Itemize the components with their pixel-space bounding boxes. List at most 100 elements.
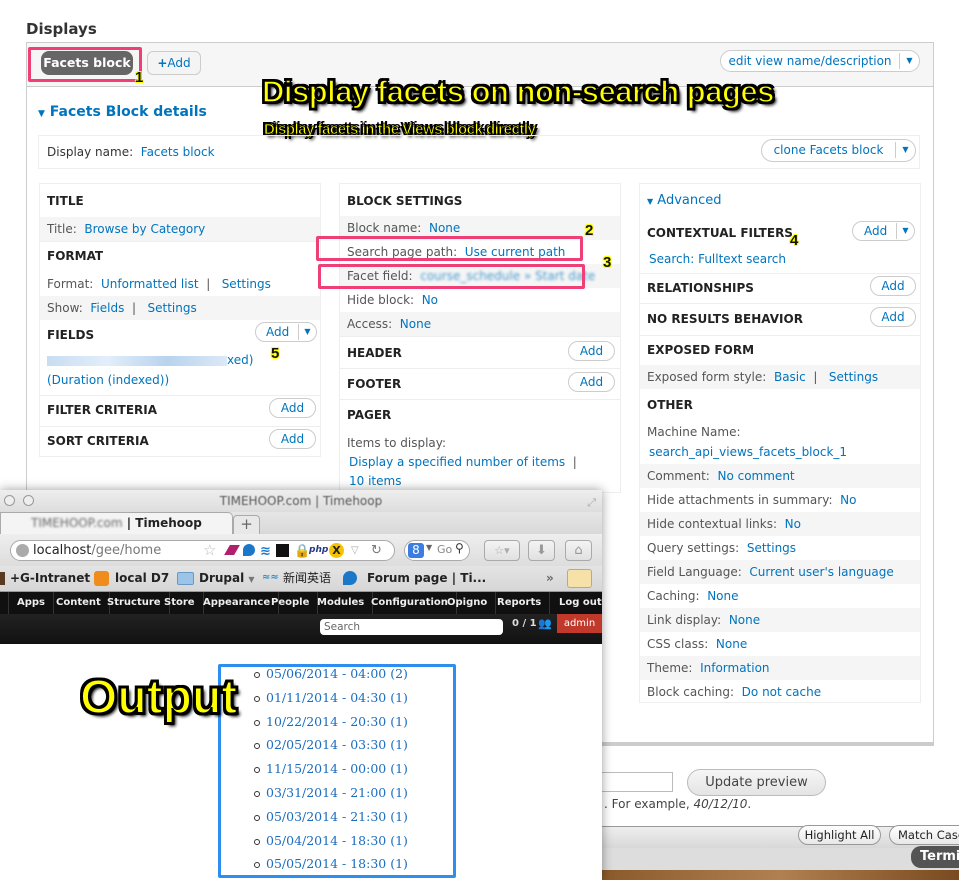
show-settings-link[interactable]: Settings — [147, 301, 196, 315]
more-bookmarks-icon[interactable]: » — [546, 566, 554, 590]
bookmark-intranet[interactable]: +G-Intranet — [10, 566, 90, 590]
fullscreen-icon[interactable]: ⤢ — [587, 492, 596, 514]
filter-add-button[interactable]: Add — [269, 398, 316, 418]
caching-link[interactable]: None — [707, 589, 738, 603]
format-settings-link[interactable]: Settings — [222, 277, 271, 291]
contextual-add-button[interactable]: Add ▼ — [852, 221, 915, 241]
title-link[interactable]: Browse by Category — [84, 222, 205, 236]
exposed-style-link[interactable]: Basic — [774, 370, 806, 384]
window-minimize-icon[interactable] — [23, 495, 34, 506]
window-close-icon[interactable] — [4, 495, 15, 506]
facet-output-item[interactable]: 03/31/2014 - 21:00 (1) — [266, 785, 408, 800]
machine-name-link[interactable]: search_api_views_facets_block_1 — [649, 445, 847, 459]
extension-icon[interactable]: ≋ — [260, 542, 271, 561]
folder-icon — [177, 572, 194, 585]
bullet-icon — [254, 695, 260, 702]
field-language-link[interactable]: Current user's language — [749, 565, 893, 579]
admin-menu-opigno[interactable]: Opigno — [439, 592, 497, 614]
url-dropdown-icon[interactable]: ▽ — [351, 541, 359, 560]
extension-black-icon[interactable] — [276, 544, 289, 557]
display-name: Display name: Facets block — [47, 145, 215, 159]
facet-output-item[interactable]: 05/03/2014 - 21:30 (1) — [266, 809, 408, 824]
exposed-settings-link[interactable]: Settings — [829, 370, 878, 384]
edit-view-name-button[interactable]: edit view name/description ▼ — [720, 50, 920, 72]
fulltext-search-link[interactable]: Search: Fulltext search — [649, 252, 786, 266]
facet-output-item[interactable]: 05/05/2014 - 18:30 (1) — [266, 856, 408, 871]
advanced-toggle[interactable]: ▼ Advanced — [647, 193, 722, 208]
dropdown-arrow-icon[interactable]: ▼ — [298, 324, 316, 340]
pager-count-link[interactable]: 10 items — [349, 474, 401, 488]
no-results-add-button[interactable]: Add — [870, 307, 916, 327]
bookmark-star-icon[interactable]: ☆ — [203, 541, 216, 560]
dropdown-arrow-icon[interactable]: ▼ — [899, 53, 919, 69]
reload-icon[interactable]: ↻ — [371, 541, 382, 560]
hide-attachments-link[interactable]: No — [840, 493, 856, 507]
format-link[interactable]: Unformatted list — [101, 277, 199, 291]
bookmark-news-english[interactable]: 新闻英语 — [283, 566, 331, 590]
facet-output-item[interactable]: 10/22/2014 - 20:30 (1) — [266, 714, 408, 729]
relationships-add-button[interactable]: Add — [870, 276, 916, 296]
dropdown-arrow-icon[interactable]: ▼ — [895, 142, 915, 158]
admin-user-link[interactable]: admin — [557, 614, 602, 633]
facet-output-item[interactable]: 11/15/2014 - 00:00 (1) — [266, 761, 408, 776]
add-display-button[interactable]: +Add — [147, 51, 201, 75]
download-icon[interactable]: ⬇ — [528, 540, 555, 561]
browser-tab[interactable]: TIMEHOOP.com | Timehoop — [0, 512, 233, 534]
home-icon[interactable]: ⌂ — [565, 540, 592, 561]
feather-icon[interactable] — [224, 545, 240, 555]
admin-search-input[interactable]: Search — [320, 619, 503, 635]
xdebug-icon[interactable]: X — [329, 543, 344, 558]
fields-add-button[interactable]: Add ▼ — [255, 322, 317, 342]
block-name-link[interactable]: None — [429, 221, 460, 235]
toolbar-extension-icon[interactable] — [567, 569, 592, 588]
facet-output-item[interactable]: 01/11/2014 - 04:30 (1) — [266, 690, 408, 705]
header-add-button[interactable]: Add — [568, 341, 615, 361]
preview-arguments-input[interactable] — [602, 772, 673, 792]
hide-contextual-links-link[interactable]: No — [785, 517, 801, 531]
field-item-2[interactable]: (Duration (indexed)) — [40, 370, 320, 390]
search-engine-box[interactable]: 8 ▼ Go ⚲ — [404, 540, 470, 561]
lock-icon[interactable]: 🔒 — [294, 542, 310, 561]
triangle-down-icon: ▼ — [647, 197, 654, 206]
bullet-icon — [254, 814, 260, 821]
exposed-form-heading: EXPOSED FORM — [647, 343, 755, 357]
footer-add-button[interactable]: Add — [568, 372, 615, 392]
highlight-all-button[interactable]: Highlight All — [798, 825, 881, 845]
match-case-button[interactable]: Match Case — [889, 825, 959, 845]
url-bar[interactable]: localhost/gee/home ☆ ≋ 🔒 php X ▽ ↻ — [10, 540, 395, 561]
php-icon[interactable]: php — [309, 541, 328, 560]
show-fields-link[interactable]: Fields — [90, 301, 124, 315]
display-name-link[interactable]: Facets block — [141, 145, 215, 159]
bookmark-local-d7[interactable]: local D7 — [115, 566, 169, 590]
update-preview-button[interactable]: Update preview — [687, 769, 826, 796]
facets-block-details-toggle[interactable]: ▼ Facets Block details — [38, 104, 207, 120]
sort-add-button[interactable]: Add — [269, 429, 316, 449]
annotation-marker-3: 3 — [603, 254, 612, 271]
column-basic: TITLE Title: Browse by Category FORMAT F… — [39, 183, 321, 457]
theme-link[interactable]: Information — [700, 661, 769, 675]
comment-link[interactable]: No comment — [717, 469, 794, 483]
css-class-link[interactable]: None — [716, 637, 747, 651]
new-tab-button[interactable]: + — [233, 515, 260, 534]
query-settings-link[interactable]: Settings — [747, 541, 796, 555]
facet-output-item[interactable]: 02/05/2014 - 03:30 (1) — [266, 737, 408, 752]
link-display-link[interactable]: None — [729, 613, 760, 627]
drupal-icon[interactable] — [243, 544, 255, 556]
bookmarks-menu-button[interactable]: ☆▾ — [484, 540, 520, 561]
access-link[interactable]: None — [400, 317, 431, 331]
bookmark-drupal-folder[interactable]: Drupal ▼ — [199, 566, 255, 592]
machine-name-row: search_api_views_facets_block_1 — [640, 442, 920, 462]
facet-output-item[interactable]: 05/06/2014 - 04:00 (2) — [266, 666, 408, 681]
logout-link[interactable]: Log out — [559, 592, 602, 614]
block-caching-link[interactable]: Do not cache — [742, 685, 821, 699]
bookmark-forum-page[interactable]: Forum page | Ti... — [367, 566, 486, 590]
admin-menu-reports[interactable]: Reports — [489, 592, 551, 614]
dropdown-arrow-icon[interactable]: ▼ — [896, 223, 914, 239]
hide-block-link[interactable]: No — [422, 293, 438, 307]
pager-type-link[interactable]: Display a specified number of items — [349, 455, 565, 469]
css-class-row: CSS class: None — [647, 637, 748, 651]
search-icon[interactable]: ⚲ — [455, 541, 464, 555]
browser-tabbar: TIMEHOOP.com | Timehoop + — [0, 512, 602, 534]
facet-output-item[interactable]: 05/04/2014 - 18:30 (1) — [266, 833, 408, 848]
clone-display-button[interactable]: clone Facets block ▼ — [761, 139, 916, 162]
